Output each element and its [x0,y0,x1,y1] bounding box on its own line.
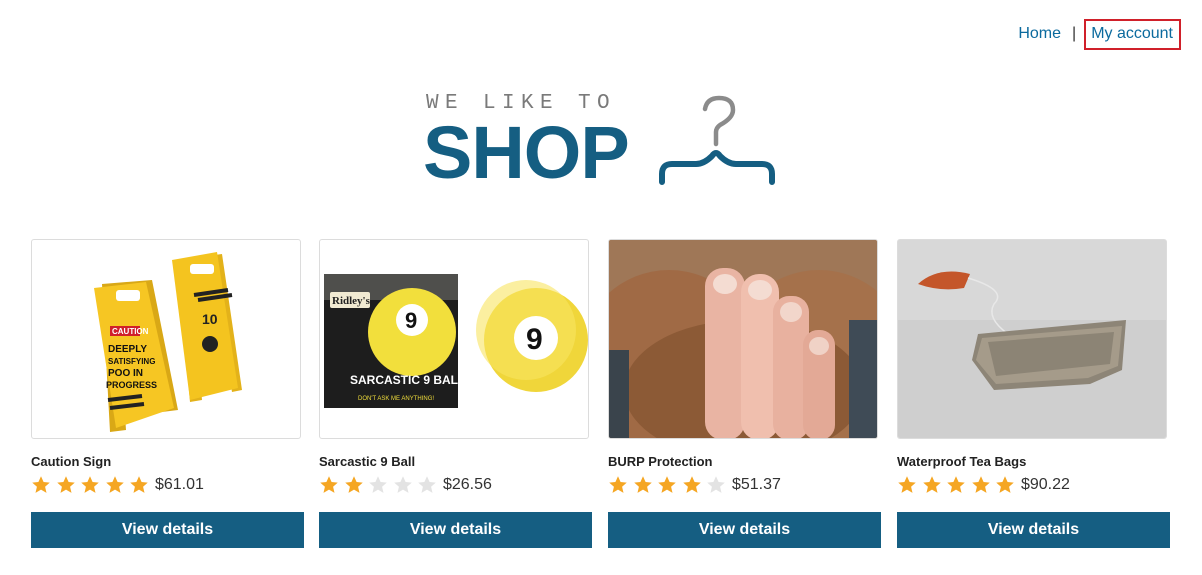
product-rating: $51.37 [608,475,781,495]
svg-text:POO IN: POO IN [108,368,143,379]
star-filled-icon [81,476,99,493]
star-filled-icon [106,476,124,493]
product-rating: $90.22 [897,475,1070,495]
star-filled-icon [320,476,338,493]
product-card: Ridley's 9 SARCASTIC 9 BALL DON'T ASK ME… [319,239,592,548]
product-image-sarcastic-9-ball[interactable]: Ridley's 9 SARCASTIC 9 BALL DON'T ASK ME… [319,239,589,439]
product-price: $61.01 [154,476,204,493]
logo-word: SHOP [423,111,630,194]
ball-number: 9 [526,323,543,356]
svg-text:SATISFYING: SATISFYING [108,357,155,366]
product-card: BURP Protection $51.37 View details [608,239,881,548]
star-filled-icon [130,476,149,493]
product-name: Caution Sign [31,454,112,469]
top-nav: Home | My account [1018,18,1181,50]
home-link[interactable]: Home [1018,25,1061,43]
hanger-icon [659,95,775,185]
product-name: BURP Protection [608,454,713,469]
star-empty-icon [369,476,387,493]
star-filled-icon [344,476,363,493]
star-filled-icon [947,476,965,493]
svg-text:CAUTION: CAUTION [112,327,149,336]
star-filled-icon [32,476,50,493]
product-image-waterproof-tea-bags[interactable] [897,239,1167,439]
product-image-burp-protection[interactable] [608,239,878,439]
product-card: 10 CAUTION DEEPLY SATISFYING POO IN PROG… [31,239,304,548]
box-tag-text: DON'T ASK ME ANYTHING! [358,396,434,402]
star-filled-icon [609,476,627,493]
product-price: $26.56 [442,476,492,493]
rating-stars [608,475,731,495]
my-account-link[interactable]: My account [1084,18,1181,50]
product-name: Sarcastic 9 Ball [319,454,416,469]
product-rating: $61.01 [31,475,204,495]
star-empty-icon [394,476,412,493]
svg-text:PROGRESS: PROGRESS [106,380,157,390]
box-brand-text: Ridley's [332,295,371,307]
nav-separator: | [1072,25,1077,42]
product-rating: $26.56 [319,475,492,495]
product-name: Waterproof Tea Bags [897,454,1027,469]
star-empty-icon [418,476,437,493]
star-filled-icon [898,476,916,493]
rating-stars [897,475,1020,495]
view-details-button[interactable]: View details [897,512,1170,548]
svg-text:10: 10 [202,311,218,327]
star-filled-icon [996,476,1015,493]
star-filled-icon [658,476,676,493]
star-filled-icon [633,476,652,493]
site-logo[interactable]: WE LIKE TO SHOP [423,90,780,194]
box-title-text: SARCASTIC 9 BALL [350,373,465,387]
rating-stars [31,475,154,495]
star-filled-icon [56,476,75,493]
product-card: Waterproof Tea Bags $90.22 View details [897,239,1170,548]
star-empty-icon [707,476,726,493]
star-filled-icon [683,476,701,493]
product-price: $90.22 [1020,476,1070,493]
view-details-button[interactable]: View details [608,512,881,548]
product-image-caution-sign[interactable]: 10 CAUTION DEEPLY SATISFYING POO IN PROG… [31,239,301,439]
star-filled-icon [922,476,941,493]
box-ball-number: 9 [405,308,417,333]
rating-stars [319,475,442,495]
product-price: $51.37 [731,476,781,493]
view-details-button[interactable]: View details [319,512,592,548]
star-filled-icon [972,476,990,493]
view-details-button[interactable]: View details [31,512,304,548]
svg-text:DEEPLY: DEEPLY [108,344,147,355]
